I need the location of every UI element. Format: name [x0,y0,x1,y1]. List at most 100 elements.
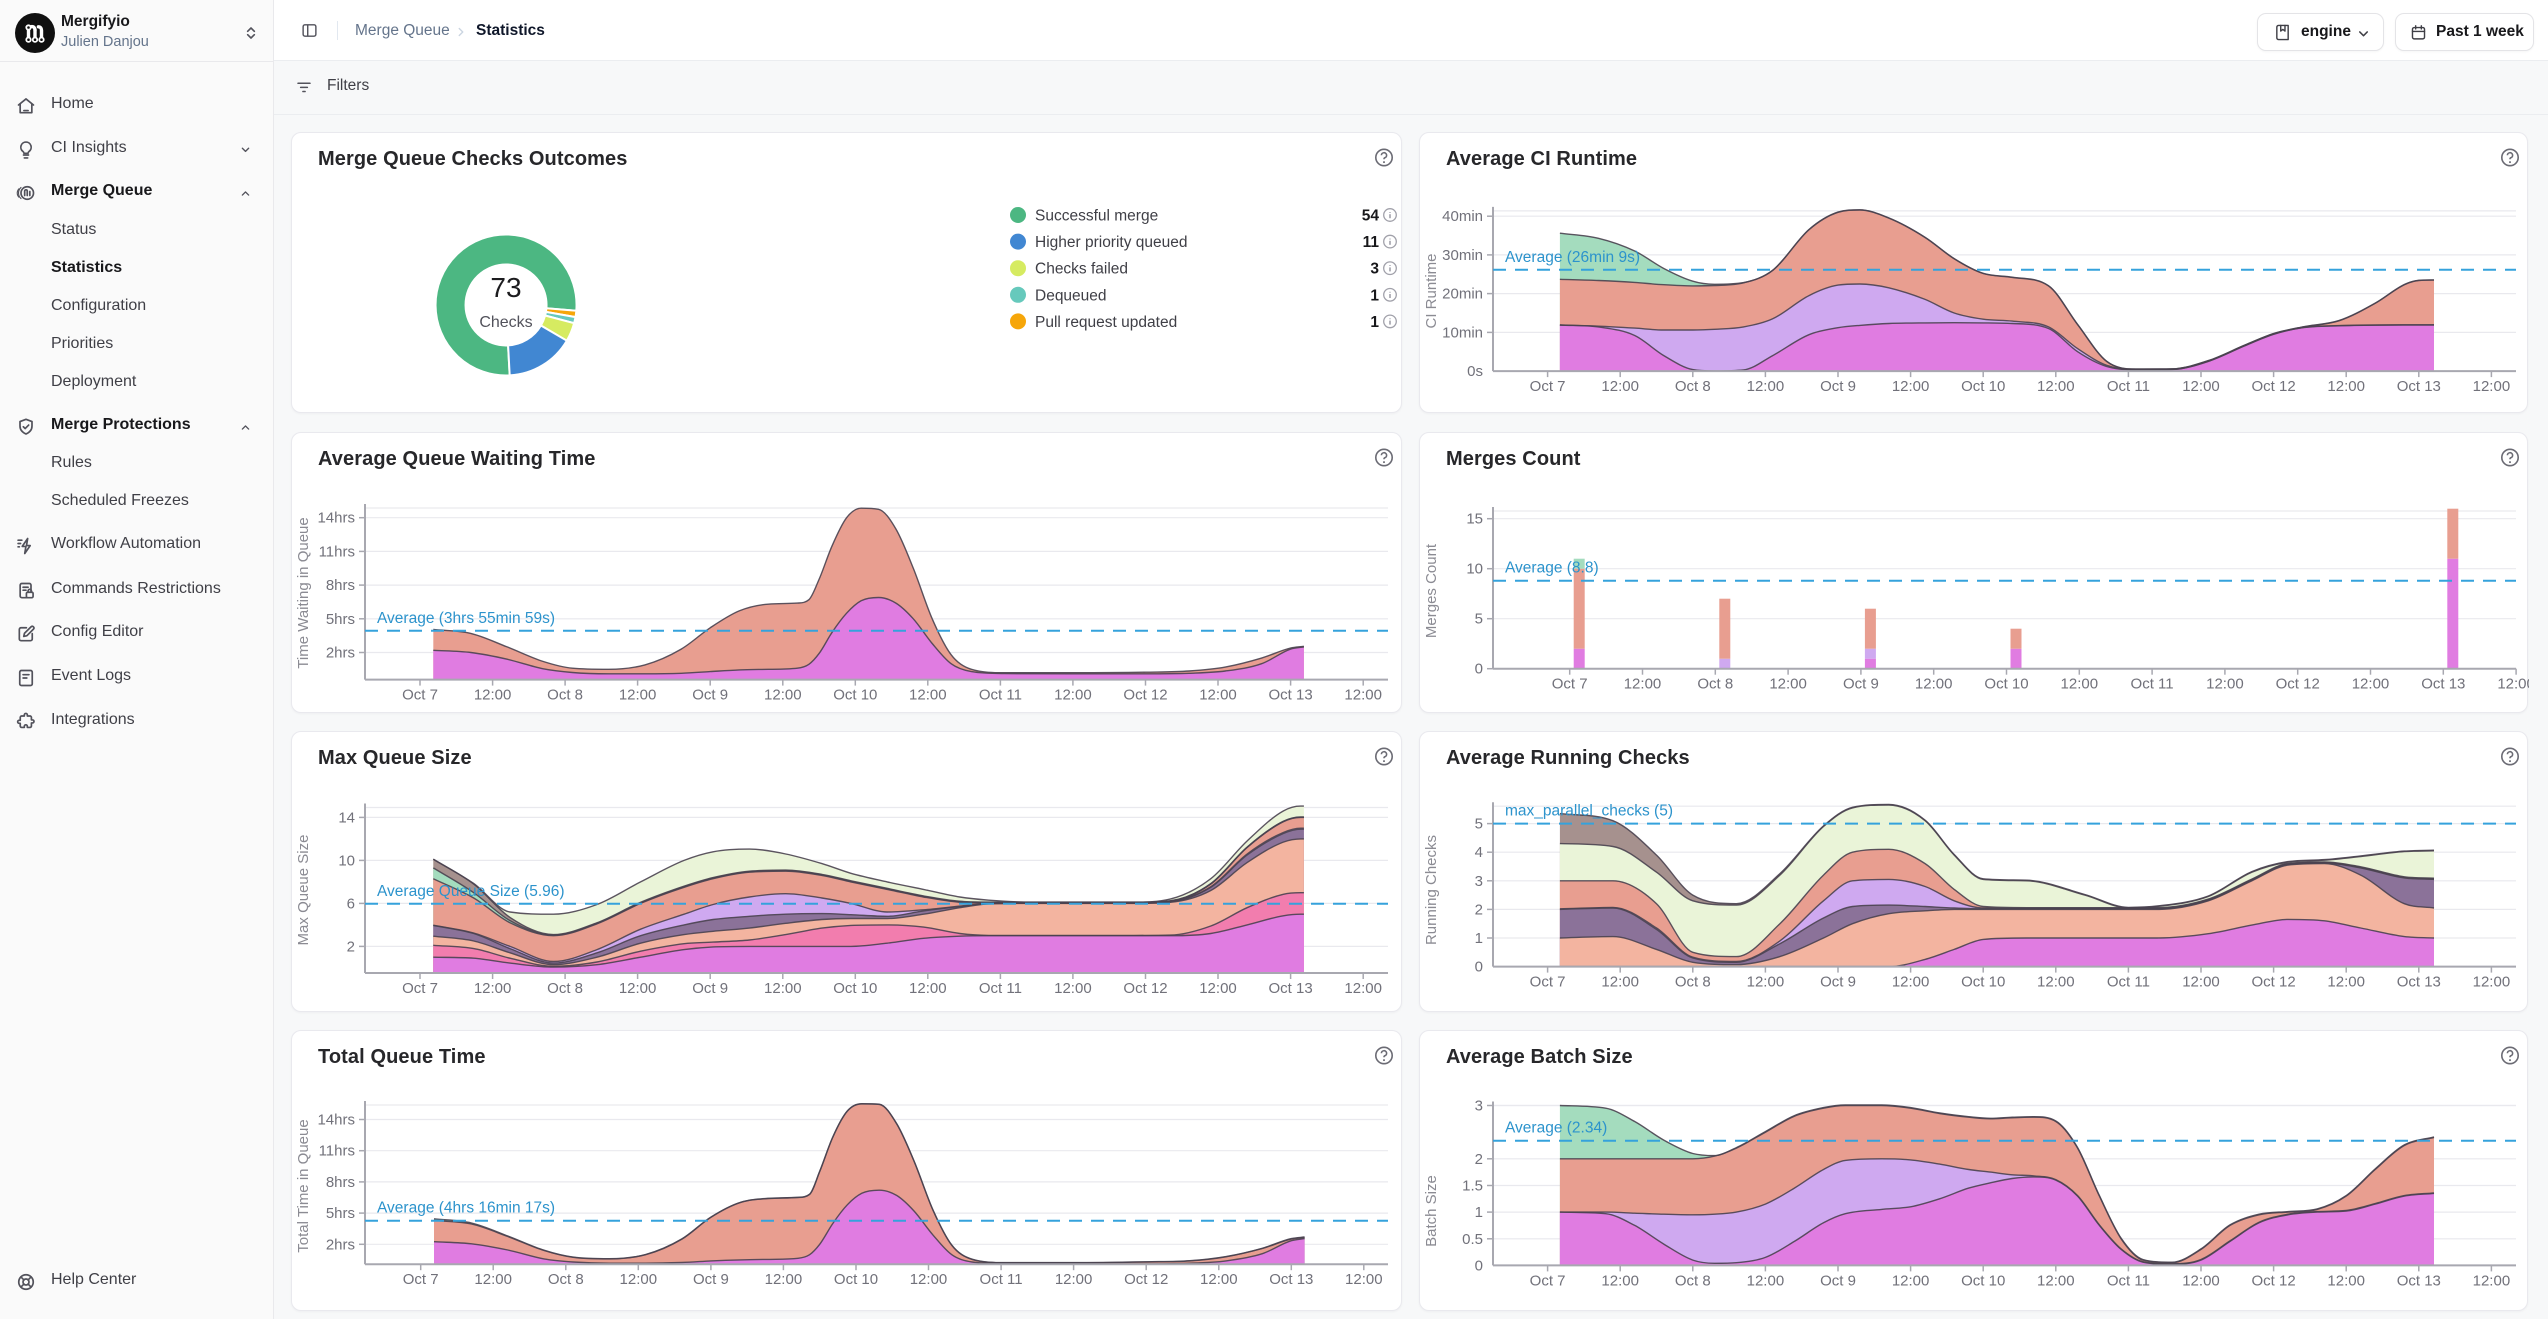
svg-text:2: 2 [347,938,355,955]
svg-text:Oct 12: Oct 12 [2252,1272,2296,1289]
svg-text:Oct 8: Oct 8 [1675,378,1711,395]
svg-text:Oct 10: Oct 10 [1984,676,2028,693]
svg-text:54: 54 [1362,208,1380,225]
svg-text:Oct 8: Oct 8 [548,1271,584,1288]
svg-text:Oct 13: Oct 13 [1269,687,1313,704]
svg-text:Batch Size: Batch Size [1423,1175,1440,1247]
svg-text:11: 11 [1363,234,1380,251]
svg-text:Oct 9: Oct 9 [1820,1272,1856,1289]
svg-text:12:00: 12:00 [474,687,512,704]
svg-text:12:00: 12:00 [1601,378,1639,395]
svg-text:Oct 9: Oct 9 [692,687,728,704]
svg-text:10min: 10min [1442,324,1483,341]
svg-text:5: 5 [1475,816,1483,833]
svg-text:Average (4hrs 16min 17s): Average (4hrs 16min 17s) [377,1200,555,1217]
svg-text:Oct 10: Oct 10 [1961,378,2005,395]
svg-text:Checks: Checks [479,314,532,331]
svg-text:8hrs: 8hrs [326,577,355,594]
svg-text:12:00: 12:00 [2182,378,2220,395]
svg-text:Oct 9: Oct 9 [1843,676,1879,693]
svg-text:Checks failed: Checks failed [1035,261,1128,278]
svg-text:20min: 20min [1442,286,1483,303]
svg-text:12:00: 12:00 [2473,974,2511,991]
svg-text:12:00: 12:00 [1200,1271,1238,1288]
svg-text:10: 10 [338,852,355,869]
svg-text:10: 10 [1466,561,1483,578]
svg-text:Oct 8: Oct 8 [1697,676,1733,693]
svg-text:12:00: 12:00 [2473,1272,2511,1289]
svg-text:Oct 7: Oct 7 [403,1271,439,1288]
svg-text:Oct 11: Oct 11 [2107,1272,2150,1289]
svg-text:12:00: 12:00 [909,980,947,997]
svg-text:Average (8.8): Average (8.8) [1505,560,1599,577]
svg-text:0: 0 [1475,959,1483,976]
svg-text:Oct 7: Oct 7 [402,687,438,704]
svg-text:12:00: 12:00 [1344,980,1382,997]
svg-text:12:00: 12:00 [1345,1271,1383,1288]
svg-text:Successful merge: Successful merge [1035,208,1158,225]
svg-text:Dequeued: Dequeued [1035,287,1107,304]
svg-text:12:00: 12:00 [619,980,657,997]
svg-text:Oct 9: Oct 9 [1820,974,1856,991]
svg-text:Oct 8: Oct 8 [1675,974,1711,991]
svg-text:12:00: 12:00 [2352,676,2390,693]
svg-text:12:00: 12:00 [619,687,657,704]
svg-text:Oct 8: Oct 8 [1675,1272,1711,1289]
svg-text:Higher priority queued: Higher priority queued [1035,234,1188,251]
svg-text:Average Queue Size (5.96): Average Queue Size (5.96) [377,883,565,900]
svg-text:12:00: 12:00 [909,687,947,704]
svg-text:73: 73 [490,272,521,303]
svg-text:1: 1 [1475,1204,1483,1221]
svg-text:3: 3 [1475,873,1483,890]
svg-text:2hrs: 2hrs [326,645,355,662]
svg-text:12:00: 12:00 [474,980,512,997]
svg-text:1: 1 [1370,287,1379,304]
svg-text:Oct 11: Oct 11 [2131,676,2174,693]
svg-text:Oct 13: Oct 13 [1269,980,1313,997]
svg-text:Oct 13: Oct 13 [2421,676,2465,693]
svg-text:12:00: 12:00 [2037,1272,2075,1289]
svg-text:Oct 8: Oct 8 [547,687,583,704]
svg-text:Oct 7: Oct 7 [1530,974,1566,991]
svg-text:12:00: 12:00 [1054,980,1092,997]
svg-text:12:00: 12:00 [2182,1272,2220,1289]
svg-text:Oct 13: Oct 13 [2397,974,2441,991]
svg-text:Running Checks: Running Checks [1423,835,1440,945]
svg-text:Oct 9: Oct 9 [1820,378,1856,395]
svg-text:Oct 13: Oct 13 [1269,1271,1313,1288]
svg-text:Oct 11: Oct 11 [2107,974,2150,991]
svg-text:Oct 9: Oct 9 [693,1271,729,1288]
svg-text:Oct 7: Oct 7 [402,980,438,997]
svg-text:Oct 7: Oct 7 [1552,676,1588,693]
svg-text:Oct 9: Oct 9 [692,980,728,997]
svg-text:Oct 12: Oct 12 [1124,1271,1168,1288]
svg-text:12:00: 12:00 [1624,676,1662,693]
svg-text:4: 4 [1475,844,1483,861]
svg-text:Total Time in Queue: Total Time in Queue [295,1119,312,1252]
svg-text:12:00: 12:00 [2327,378,2365,395]
svg-text:Oct 10: Oct 10 [1961,1272,2005,1289]
svg-text:Oct 13: Oct 13 [2397,1272,2441,1289]
svg-text:12:00: 12:00 [765,1271,803,1288]
svg-text:12:00: 12:00 [1769,676,1807,693]
svg-text:5: 5 [1475,611,1483,628]
svg-text:CI Runtime: CI Runtime [1423,253,1440,328]
svg-text:0: 0 [1475,661,1483,678]
svg-text:12:00: 12:00 [2327,974,2365,991]
svg-text:max_parallel_checks (5): max_parallel_checks (5) [1505,803,1673,820]
svg-text:1: 1 [1370,314,1379,331]
svg-text:Oct 12: Oct 12 [1123,980,1167,997]
svg-text:2hrs: 2hrs [326,1236,355,1253]
svg-text:12:00: 12:00 [2497,676,2529,693]
svg-text:2: 2 [1475,1151,1483,1168]
svg-text:Pull request updated: Pull request updated [1035,314,1177,331]
svg-text:Oct 10: Oct 10 [833,687,877,704]
svg-text:Oct 11: Oct 11 [979,980,1022,997]
svg-text:3: 3 [1370,261,1379,278]
svg-text:14hrs: 14hrs [317,510,355,527]
svg-text:Oct 8: Oct 8 [547,980,583,997]
svg-text:12:00: 12:00 [1747,378,1785,395]
svg-text:Average (3hrs 55min 59s): Average (3hrs 55min 59s) [377,610,555,627]
svg-text:12:00: 12:00 [2061,676,2099,693]
svg-text:12:00: 12:00 [764,687,802,704]
